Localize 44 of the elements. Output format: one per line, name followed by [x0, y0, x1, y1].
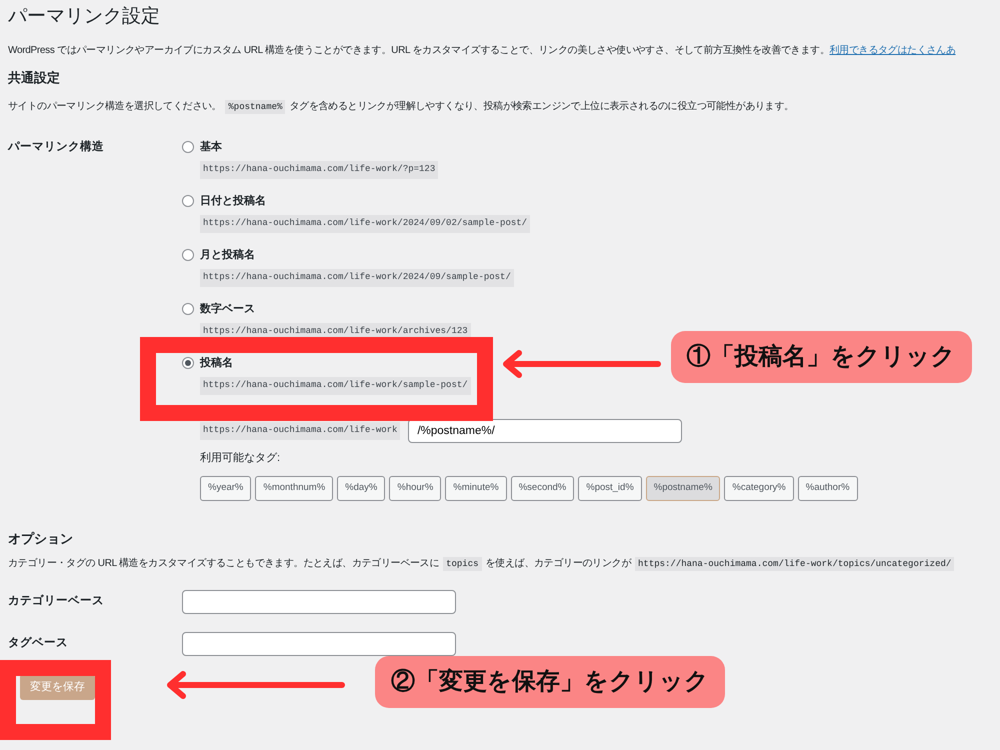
example-url: https://hana-ouchimama.com/life-work/sample-post/: [200, 377, 471, 395]
option-label: 基本: [200, 140, 222, 155]
radio-button[interactable]: [182, 195, 194, 208]
tag-button[interactable]: %year%: [200, 476, 252, 501]
field-label: パーマリンク構造: [8, 139, 105, 155]
tag-button[interactable]: %monthnum%: [255, 476, 334, 501]
tags-link[interactable]: 利用できるタグはたくさんあ: [829, 44, 956, 56]
url-prefix: https://hana-ouchimama.com/life-work: [200, 422, 400, 440]
callout: ②「変更を保存」をクリック: [375, 656, 725, 708]
text-field[interactable]: [182, 632, 456, 656]
tag-button[interactable]: %category%: [724, 476, 794, 501]
inline-code: topics: [443, 557, 482, 572]
option-label: 月と投稿名: [200, 248, 255, 263]
tag-button[interactable]: %hour%: [389, 476, 442, 501]
tag-button[interactable]: %author%: [798, 476, 858, 501]
intro-text: WordPress ではパーマリンクやアーカイブにカスタム URL 構造を使うことができます。URL をカスタマイズすることで、リンクの美しさや使いやすさ、そして前方互換性を改善できます。利用できるタグはたくさんあ: [8, 44, 957, 58]
radio-button[interactable]: [182, 303, 194, 316]
example-url: https://hana-ouchimama.com/life-work/2024/09/sample-post/: [200, 269, 514, 287]
field-label: タグベース: [8, 636, 69, 652]
tag-button[interactable]: %second%: [510, 476, 574, 501]
option-label: 日付と投稿名: [200, 194, 266, 209]
description: サイトのパーマリンク構造を選択してください。 %postname% タグを含めるとリンクが理解しやすくなり、投稿が検索エンジンで上位に表示されるのに役立つ可能性があります。: [8, 99, 795, 115]
tag-button[interactable]: %post_id%: [578, 476, 642, 501]
tag-button[interactable]: %day%: [337, 476, 386, 501]
field-label: カテゴリーベース: [8, 594, 105, 610]
inline-code: https://hana-ouchimama.com/life-work/topics/uncategorized/: [635, 557, 954, 572]
example-url: https://hana-ouchimama.com/life-work/2024/09/02/sample-post/: [200, 215, 530, 233]
tag-button[interactable]: %postname%: [646, 476, 720, 501]
page-title: パーマリンク設定: [8, 6, 161, 29]
example-url: https://hana-ouchimama.com/life-work/?p=123: [200, 161, 438, 179]
radio-button[interactable]: [182, 141, 194, 154]
tags-label: 利用可能なタグ:: [200, 450, 282, 466]
option-label: 投稿名: [200, 356, 233, 371]
inline-code: %postname%: [225, 100, 286, 114]
callout: ①「投稿名」をクリック: [670, 330, 972, 383]
radio-button[interactable]: [182, 357, 194, 370]
option-label: 数字ベース: [200, 302, 255, 317]
section-heading: オプション: [8, 530, 74, 546]
radio-button[interactable]: [182, 249, 194, 262]
tag-button[interactable]: %minute%: [445, 476, 507, 501]
description: カテゴリー・タグの URL 構造をカスタマイズすることもできます。たとえば、カテゴリーベースに topics を使えば、カテゴリーのリンクが https://hana-ouchimama.com/life-work/topics/uncategorized/: [8, 556, 992, 572]
section-heading: 共通設定: [8, 70, 61, 86]
text-field[interactable]: [182, 590, 456, 614]
structure-input[interactable]: /%postname%/: [408, 418, 682, 443]
